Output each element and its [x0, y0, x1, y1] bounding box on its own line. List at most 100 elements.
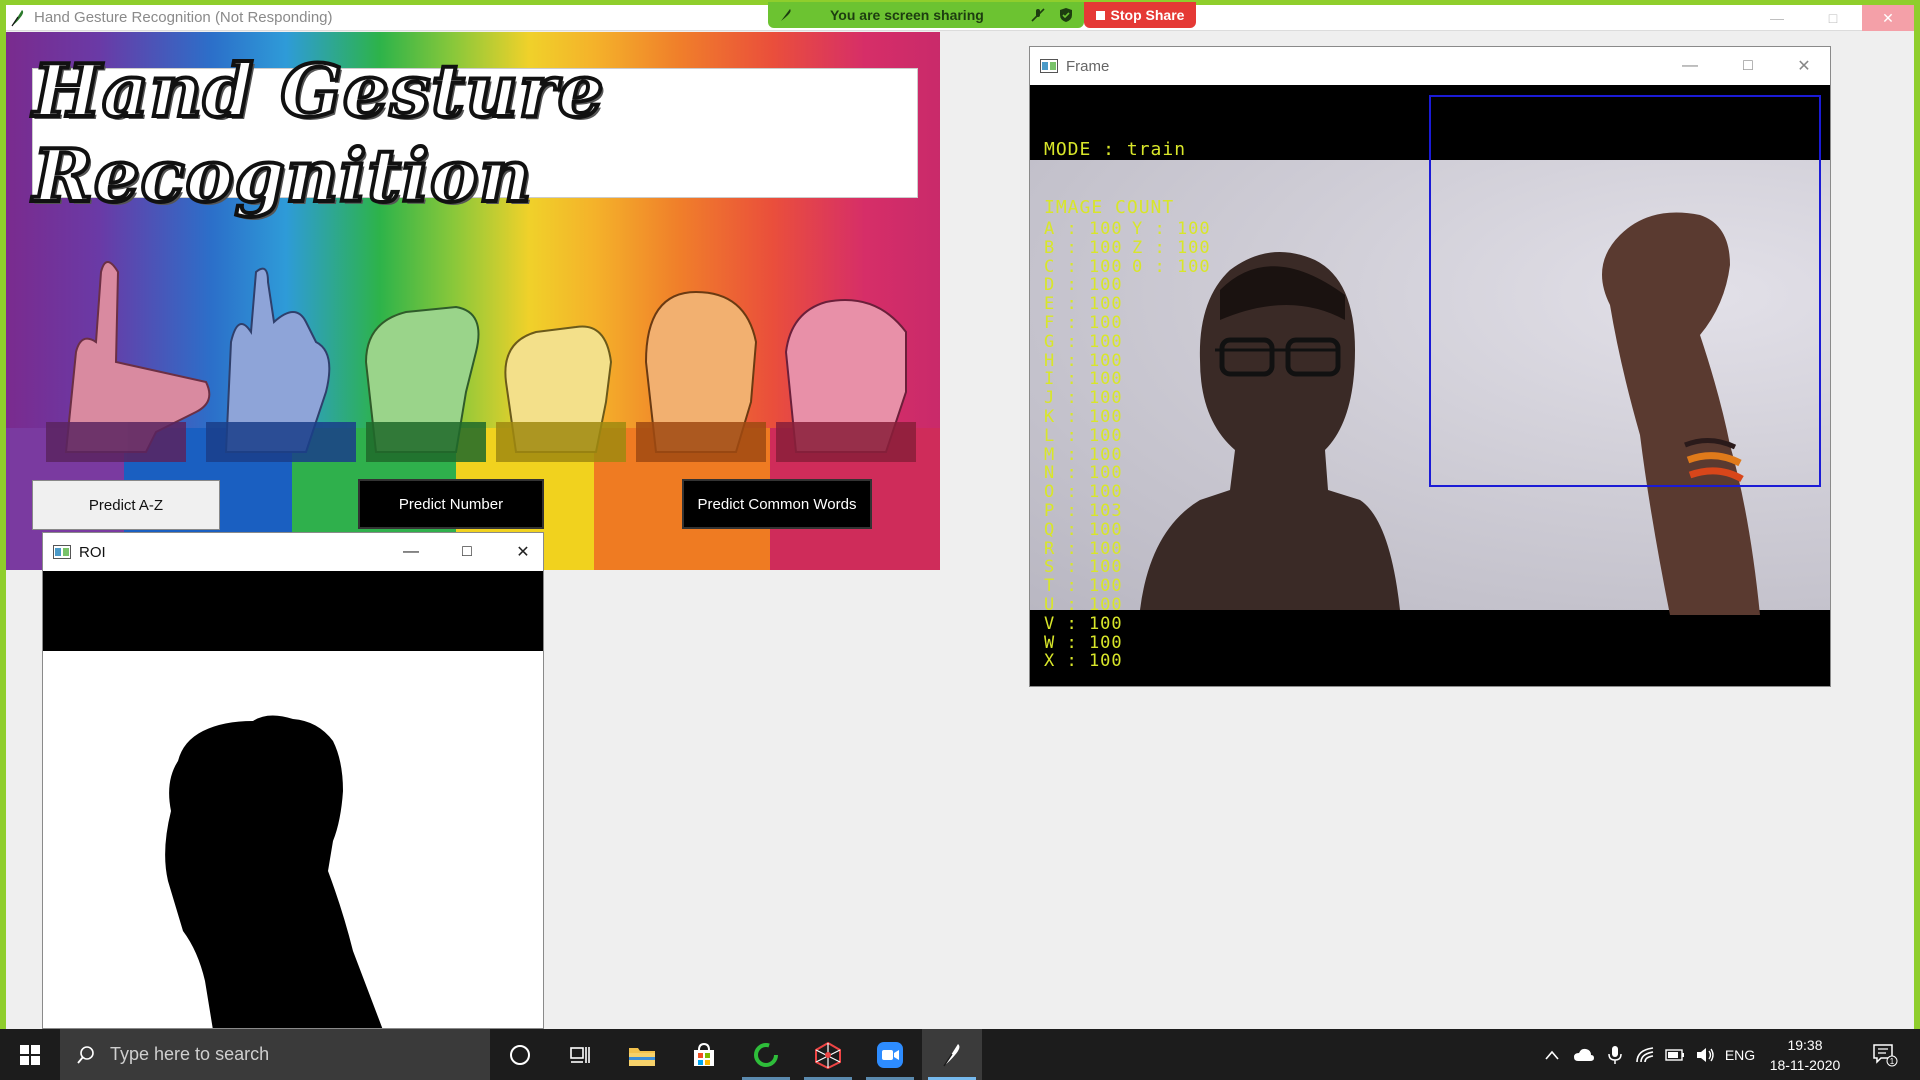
windows-start-icon [20, 1044, 40, 1065]
search-placeholder: Type here to search [110, 1044, 270, 1064]
roi-threshold-image [43, 651, 543, 1028]
action-center-button[interactable]: 1 [1862, 1029, 1908, 1080]
count-row: Y : 100 [1132, 219, 1211, 239]
main-window-title: Hand Gesture Recognition (Not Responding… [34, 9, 333, 26]
tray-show-hidden-button[interactable] [1536, 1029, 1568, 1080]
roi-minimize-button[interactable]: — [383, 533, 439, 571]
count-row: H : 100 [1044, 350, 1123, 371]
frame-close-button[interactable]: ✕ [1776, 47, 1830, 85]
notification-icon: 1 [1873, 1043, 1898, 1066]
count-row: P : 103 [1044, 500, 1123, 521]
tray-volume-button[interactable] [1690, 1029, 1720, 1080]
microsoft-store-icon [694, 1042, 714, 1066]
count-row: M : 100 [1044, 444, 1123, 465]
stop-icon [1095, 10, 1105, 20]
taskbar-microsoft-store[interactable] [674, 1029, 734, 1080]
image-count-heading: IMAGE COUNT [1044, 197, 1175, 218]
frame-window[interactable]: Frame — □ ✕ MODE : train IMAGE COUNT A :… [1029, 46, 1831, 687]
taskbar-file-explorer[interactable] [612, 1029, 672, 1080]
predict-az-button[interactable]: Predict A-Z [32, 480, 220, 530]
count-row: T : 100 [1044, 576, 1123, 597]
zoom-icon [877, 1041, 903, 1068]
count-row: U : 100 [1044, 594, 1123, 615]
screen-share-border-left [0, 0, 6, 1029]
count-row: V : 100 [1044, 613, 1123, 634]
count-row: S : 100 [1044, 557, 1123, 578]
shield-check-icon[interactable] [1058, 7, 1074, 23]
main-close-button[interactable]: ✕ [1862, 5, 1914, 31]
taskbar-spider-app[interactable] [798, 1029, 858, 1080]
predict-number-button[interactable]: Predict Number [358, 479, 544, 529]
count-row: Z : 100 [1132, 237, 1211, 258]
main-minimize-button[interactable]: — [1754, 5, 1800, 31]
roi-maximize-button[interactable]: □ [439, 533, 495, 571]
screen-share-border-right [1914, 0, 1920, 1029]
feather-app-icon [11, 9, 24, 26]
tray-language-button[interactable]: ENG [1720, 1029, 1760, 1080]
taskbar-loading-app[interactable] [736, 1029, 796, 1080]
tray-microphone-button[interactable] [1600, 1029, 1630, 1080]
taskbar-clock[interactable]: 19:38 18-11-2020 [1760, 1029, 1850, 1080]
count-row: A : 100 [1044, 219, 1123, 239]
count-row: R : 100 [1044, 538, 1123, 559]
start-button[interactable] [0, 1029, 60, 1080]
loading-ring-app-icon [754, 1042, 778, 1067]
frame-minimize-button[interactable]: — [1662, 47, 1718, 85]
feather-app-icon [943, 1043, 960, 1066]
tray-network-button[interactable] [1630, 1029, 1660, 1080]
frame-window-title: Frame [1066, 57, 1110, 75]
search-icon [77, 1045, 94, 1064]
frame-maximize-button[interactable]: □ [1720, 47, 1776, 85]
fist-silhouette [165, 715, 383, 1028]
task-view-icon [570, 1046, 590, 1063]
roi-close-button[interactable]: ✕ [495, 533, 543, 571]
wifi-icon [1636, 1046, 1654, 1062]
webcam-frame: MODE : train IMAGE COUNT A : 100 B : 100… [1030, 85, 1830, 686]
stop-share-label: Stop Share [1110, 7, 1185, 23]
mute-mic-icon[interactable] [1030, 7, 1046, 23]
count-row: I : 100 [1044, 369, 1123, 390]
screen-sharing-banner[interactable]: You are screen sharing [768, 2, 1084, 28]
count-row: J : 100 [1044, 388, 1123, 409]
roi-bounding-box [1429, 95, 1821, 487]
predict-common-words-button[interactable]: Predict Common Words [682, 479, 872, 529]
banner-title: Hand Gesture Recognition [31, 46, 606, 220]
clock-time: 19:38 [1787, 1036, 1823, 1053]
main-maximize-button[interactable]: □ [1810, 5, 1856, 31]
mode-label: MODE : train [1044, 139, 1187, 160]
taskbar-feather-app[interactable] [922, 1029, 982, 1080]
count-row: L : 100 [1044, 425, 1123, 446]
count-row: X : 100 [1044, 651, 1123, 672]
tray-onedrive-button[interactable] [1568, 1029, 1600, 1080]
image-count-column-2: Y : 100 Z : 100 0 : 100 [1132, 220, 1211, 276]
count-row: F : 100 [1044, 312, 1123, 333]
cortana-button[interactable] [490, 1029, 550, 1080]
notification-count: 1 [1890, 1057, 1895, 1066]
clock-date: 18-11-2020 [1769, 1056, 1841, 1073]
roi-window-title: ROI [79, 543, 106, 561]
count-row: 0 : 100 [1132, 256, 1211, 277]
image-count-column-1: A : 100 B : 100 C : 100 D : 100 E : 100 … [1044, 220, 1123, 671]
spider-web-app-icon [815, 1041, 841, 1069]
opencv-window-icon [53, 545, 71, 559]
count-row: W : 100 [1044, 632, 1123, 653]
cloud-icon [1574, 1048, 1594, 1061]
count-row: C : 100 [1044, 256, 1123, 277]
stop-share-button[interactable]: Stop Share [1084, 2, 1196, 28]
taskbar-search-box[interactable]: Type here to search [60, 1029, 490, 1080]
cortana-icon [510, 1044, 530, 1065]
file-explorer-icon [629, 1047, 655, 1066]
frame-window-titlebar[interactable]: Frame — □ ✕ [1030, 47, 1830, 85]
speaker-icon [1697, 1047, 1714, 1062]
sign-language-hands-image [46, 261, 916, 462]
task-view-button[interactable] [550, 1029, 610, 1080]
microphone-icon [1608, 1045, 1622, 1064]
battery-icon [1665, 1048, 1684, 1061]
roi-window-titlebar[interactable]: ROI — □ ✕ [43, 533, 543, 571]
sharing-icon [781, 9, 791, 21]
taskbar-zoom[interactable] [860, 1029, 920, 1080]
roi-window[interactable]: ROI — □ ✕ [42, 532, 544, 1029]
count-row: G : 100 [1044, 331, 1123, 352]
count-row: K : 100 [1044, 406, 1123, 427]
tray-battery-button[interactable] [1660, 1029, 1690, 1080]
